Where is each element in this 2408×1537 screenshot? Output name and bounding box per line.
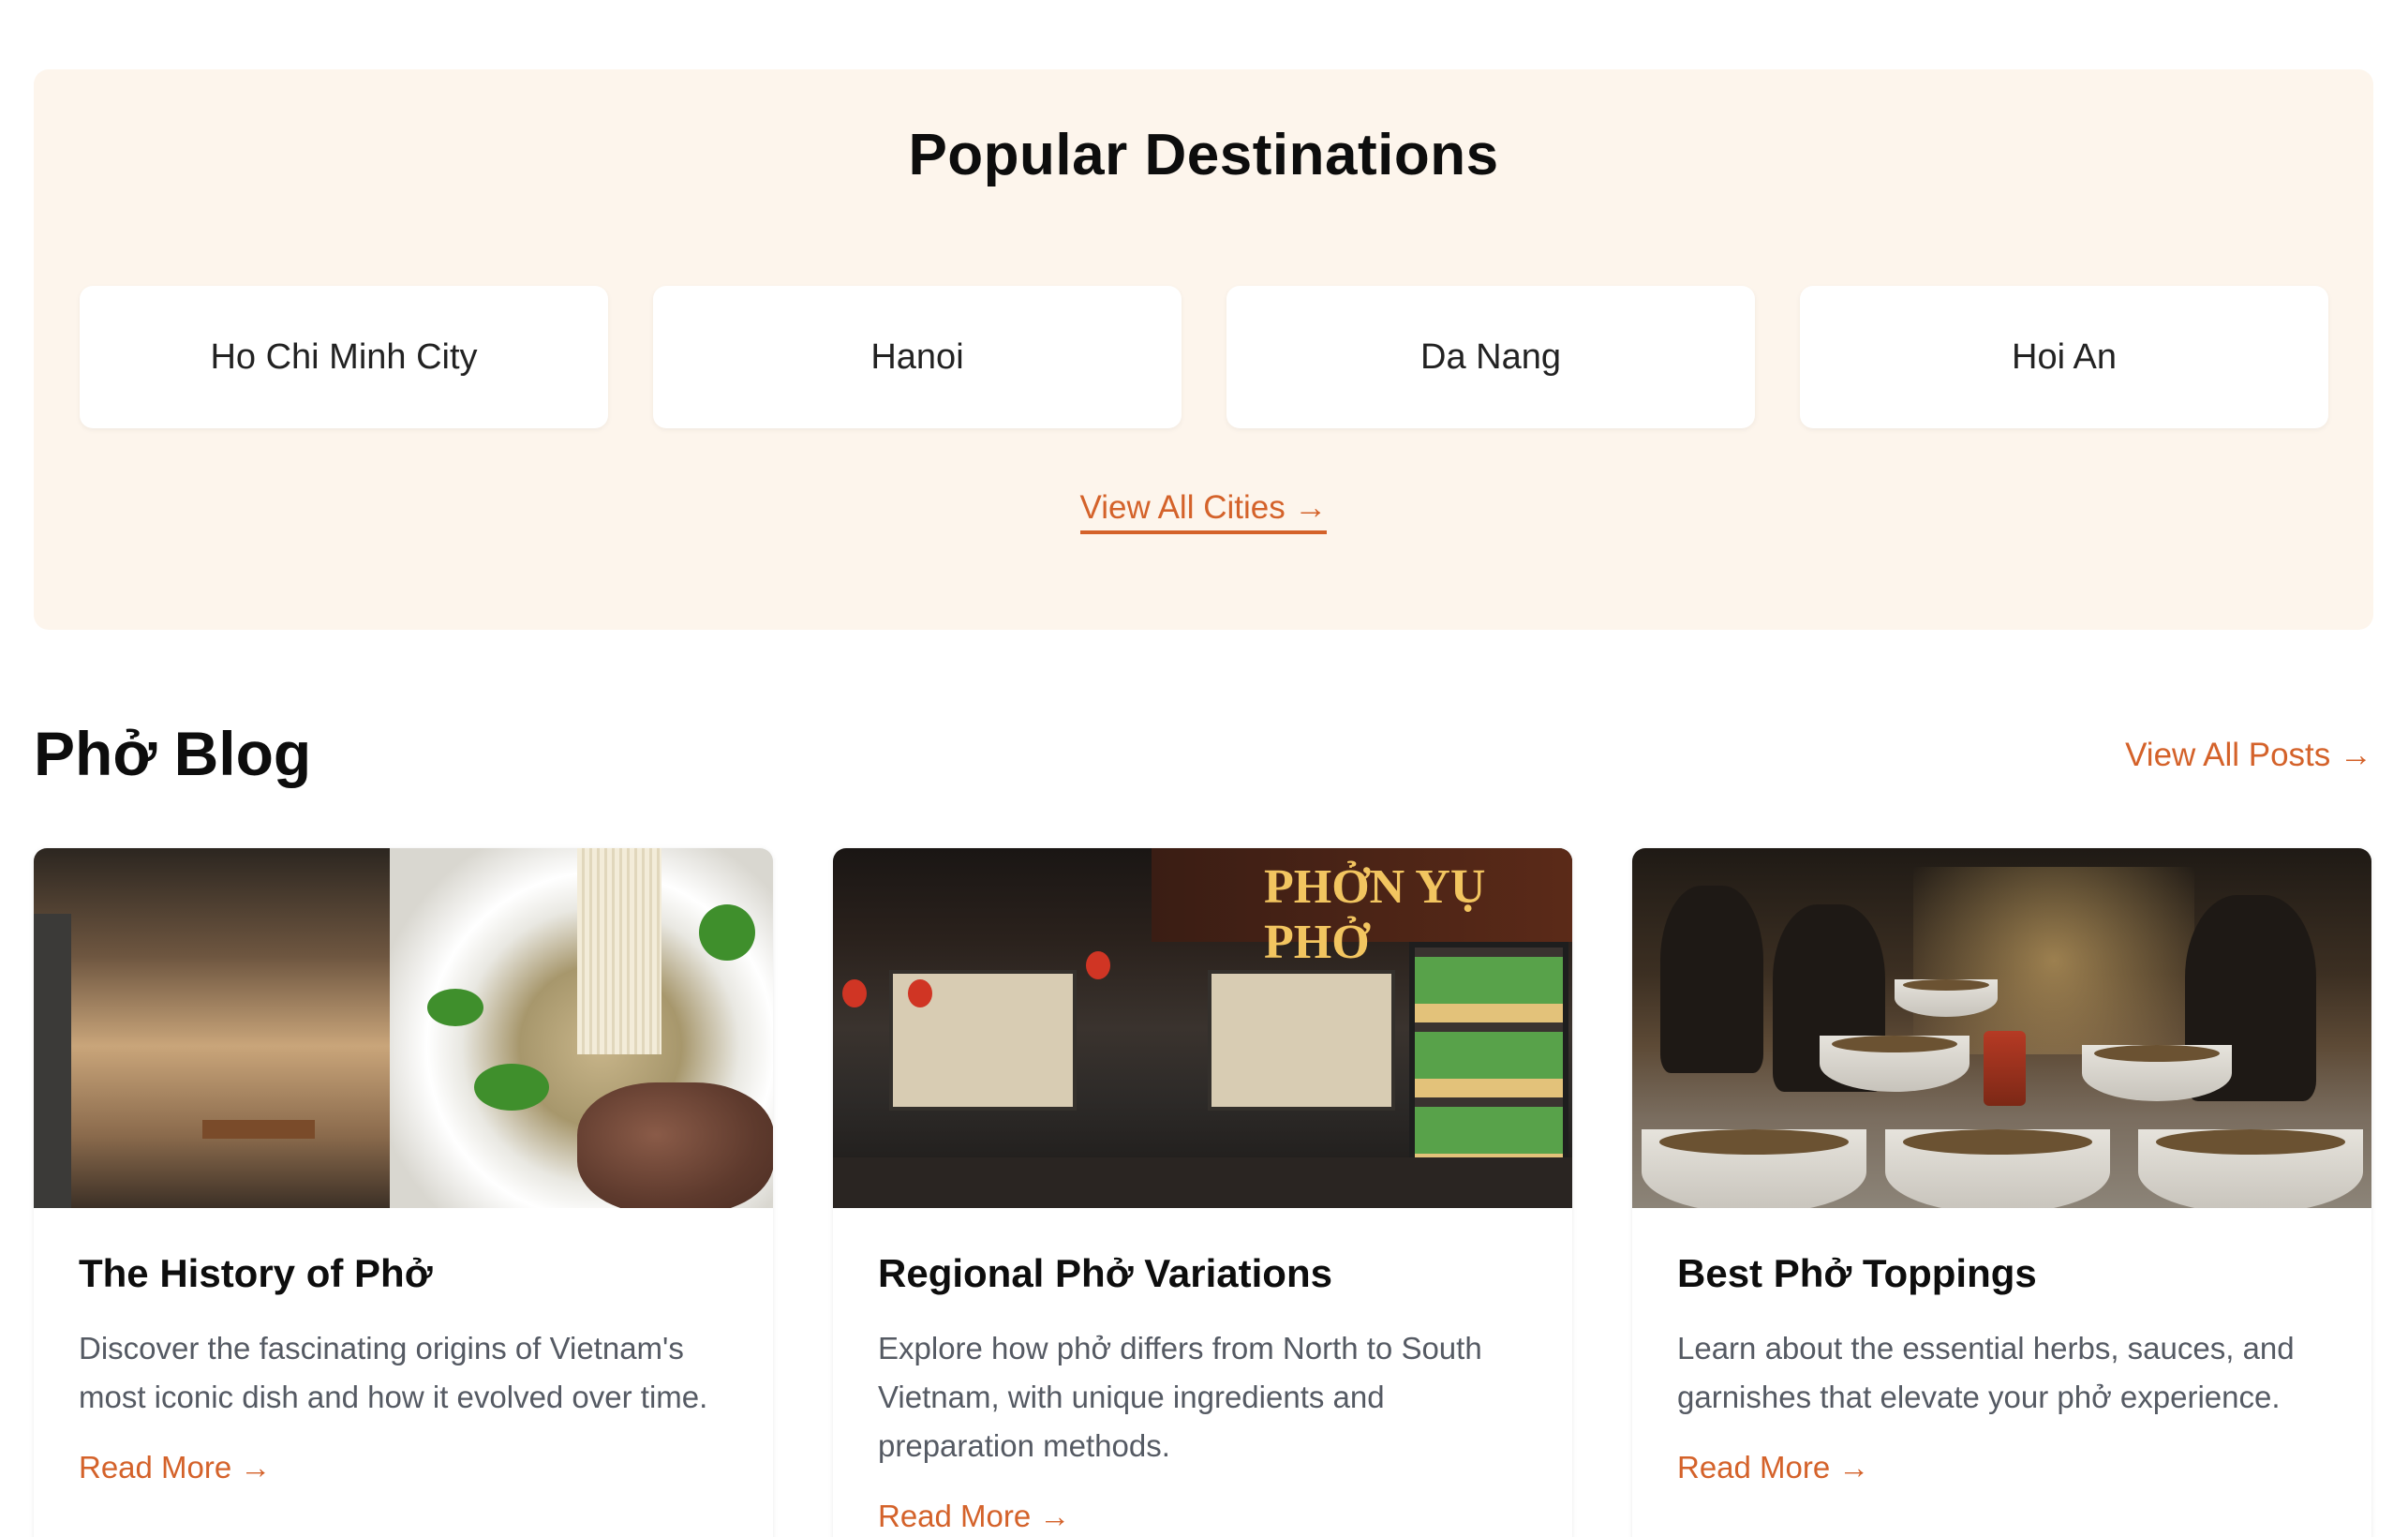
blog-card-title: Regional Phở Variations [878,1251,1332,1295]
bowl-shape [2138,1129,2363,1208]
city-card-ho-chi-minh[interactable]: Ho Chi Minh City [80,286,608,428]
herb-shape [474,1064,549,1111]
blog-card[interactable]: The History of Phở Discover the fascinat… [34,848,773,1537]
broth-shape [2156,1129,2345,1155]
view-all-posts-link[interactable]: View All Posts → [2125,737,2372,774]
page: Popular Destinations Ho Chi Minh City Ha… [0,0,2408,1537]
bowl-shape [1885,1129,2110,1208]
table-of-pho-bowls-photo [1632,848,2371,1208]
lantern-icon [1086,951,1110,979]
door-shape [34,914,71,1208]
pho-restaurant-and-noodle-bowl-photo [34,848,773,1208]
section-title: Popular Destinations [908,123,1499,187]
street-shape [833,1157,1572,1208]
menu-board [1409,942,1568,1167]
read-more-link[interactable]: Read More → [878,1499,1070,1534]
read-more-link[interactable]: Read More → [1677,1450,1869,1485]
blog-card[interactable]: PHỞN YỤ PHỞ Regional Phở Variations Expl… [833,848,1572,1537]
blog-card[interactable]: Best Phở Toppings Learn about the essent… [1632,848,2371,1537]
blog-card-title: Best Phở Toppings [1677,1251,2037,1295]
bowl-shape [2082,1045,2232,1101]
view-all-cities-wrapper: View All Cities → [34,489,2373,534]
broth-shape [1903,1129,2092,1155]
read-more-link[interactable]: Read More → [79,1450,271,1485]
lantern-icon [908,979,932,1007]
night-storefront-photo: PHỞN YỤ PHỞ [833,848,1572,1208]
broth-shape [1831,1036,1958,1052]
blog-card-excerpt: Explore how phở differs from North to So… [878,1331,1482,1463]
sauce-bottle [1984,1031,2026,1106]
bowl-shape [1642,1129,1866,1208]
city-card-hanoi[interactable]: Hanoi [653,286,1182,428]
popular-destinations-section: Popular Destinations Ho Chi Minh City Ha… [34,69,2373,630]
light-glow [1913,867,2194,1054]
shop-window [1208,970,1395,1111]
herb-shape [699,904,755,961]
city-card-da-nang[interactable]: Da Nang [1226,286,1755,428]
view-all-cities-link[interactable]: View All Cities → [1079,489,1328,534]
city-card-hoi-an[interactable]: Hoi An [1800,286,2328,428]
lantern-icon [842,979,867,1007]
noodle-bowl-image [390,848,773,1208]
broth-shape [1659,1129,1849,1155]
noodles-shape [577,848,661,1054]
blog-card-title: The History of Phở [79,1251,433,1295]
person-silhouette [1660,886,1763,1073]
blog-card-body: The History of Phở Discover the fascinat… [34,1208,773,1485]
blog-title: Phở Blog [34,719,312,788]
beef-shape [577,1082,773,1208]
storefront-sign: PHỞN YỤ PHỞ [1152,848,1572,969]
restaurant-interior-image [34,848,390,1208]
blog-card-body: Best Phở Toppings Learn about the essent… [1632,1208,2371,1485]
blog-card-excerpt: Discover the fascinating origins of Viet… [79,1331,708,1414]
blog-card-excerpt: Learn about the essential herbs, sauces,… [1677,1331,2295,1414]
broth-shape [2093,1045,2221,1062]
city-grid: Ho Chi Minh City Hanoi Da Nang Hoi An [80,286,2328,428]
blog-card-body: Regional Phở Variations Explore how phở … [833,1208,1572,1534]
bowl-shape [1895,979,1998,1017]
blog-grid: The History of Phở Discover the fascinat… [34,848,2371,1537]
table-shape [202,1120,315,1139]
herb-shape [427,989,483,1026]
broth-shape [1902,979,1990,991]
bowl-shape [1820,1036,1970,1092]
